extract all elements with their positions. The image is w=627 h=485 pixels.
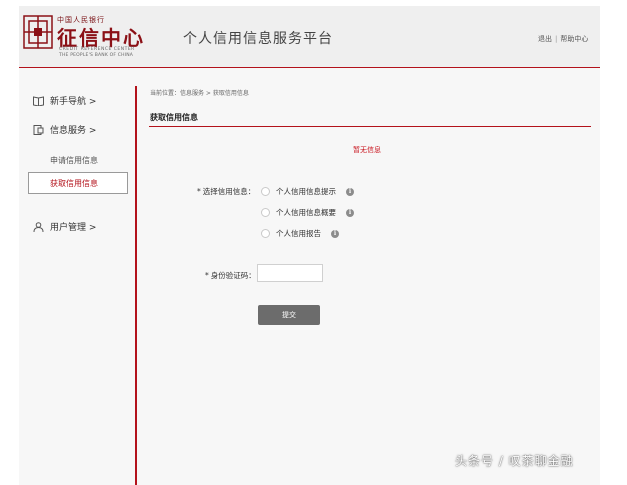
required-mark: * (205, 271, 209, 280)
id-code-text: 身份验证码： (210, 271, 256, 280)
page-container: 中国人民银行 征信中心 CREDIT REFERENCE CENTER THE … (19, 6, 600, 485)
logo-english-line1: CREDIT REFERENCE CENTER (59, 47, 135, 52)
no-info-message: 暂无信息 (353, 146, 381, 154)
user-icon (33, 221, 44, 232)
top-links-separator: | (555, 35, 558, 43)
sidebar-item-user-management[interactable]: 用户管理 > (33, 220, 96, 233)
radio-button[interactable] (261, 208, 270, 217)
watermark-text: 头条号 / 叹茶聊金融 (455, 454, 574, 468)
option-label: 个人信用报告 (276, 229, 321, 238)
logo-english-line2: THE PEOPLE'S BANK OF CHINA (59, 53, 134, 58)
credit-center-emblem-icon (23, 15, 53, 49)
info-icon[interactable]: i (331, 229, 339, 238)
platform-title: 个人信用信息服务平台 (183, 31, 333, 47)
sidebar-subitem-label: 获取信用信息 (50, 179, 98, 188)
info-icon[interactable]: i (346, 187, 354, 196)
document-icon (33, 124, 44, 135)
submit-button[interactable]: 提交 (258, 305, 320, 325)
id-code-label: * 身份验证码： (205, 270, 256, 281)
select-credit-info-label: * 选择信用信息： (197, 186, 255, 197)
sidebar-item-newbie-guide[interactable]: 新手导航 > (33, 94, 96, 107)
breadcrumb: 当前位置：信息服务 > 获取信用信息 (150, 90, 249, 97)
radio-button[interactable] (261, 187, 270, 196)
id-code-input[interactable] (257, 264, 323, 282)
header: 中国人民银行 征信中心 CREDIT REFERENCE CENTER THE … (19, 6, 600, 68)
radio-button[interactable] (261, 229, 270, 238)
sidebar-subitem-get-credit-info[interactable]: 获取信用信息 (28, 172, 128, 194)
sidebar-divider (135, 86, 137, 485)
required-mark: * (197, 187, 201, 196)
sidebar-item-info-service[interactable]: 信息服务 > (33, 123, 96, 136)
option-credit-report[interactable]: 个人信用报告 i (261, 228, 339, 239)
book-icon (33, 95, 44, 106)
option-credit-info-summary[interactable]: 个人信用信息概要 i (261, 207, 354, 218)
option-label: 个人信用信息提示 (276, 187, 336, 196)
page-title: 获取信用信息 (150, 113, 198, 122)
logout-link[interactable]: 退出 (538, 35, 552, 43)
top-links: 退出 | 帮助中心 (538, 34, 588, 44)
sidebar-item-label: 新手导航 > (50, 97, 97, 107)
select-credit-info-text: 选择信用信息： (202, 187, 256, 196)
info-icon[interactable]: i (346, 208, 354, 217)
sidebar-subitem-apply-credit-info[interactable]: 申请信用信息 (50, 155, 98, 166)
sidebar-item-label: 信息服务 > (50, 126, 97, 136)
help-center-link[interactable]: 帮助中心 (560, 35, 588, 43)
option-label: 个人信用信息概要 (276, 208, 336, 217)
option-credit-info-hint[interactable]: 个人信用信息提示 i (261, 186, 354, 197)
title-divider (149, 126, 591, 127)
sidebar-item-label: 用户管理 > (50, 223, 97, 233)
